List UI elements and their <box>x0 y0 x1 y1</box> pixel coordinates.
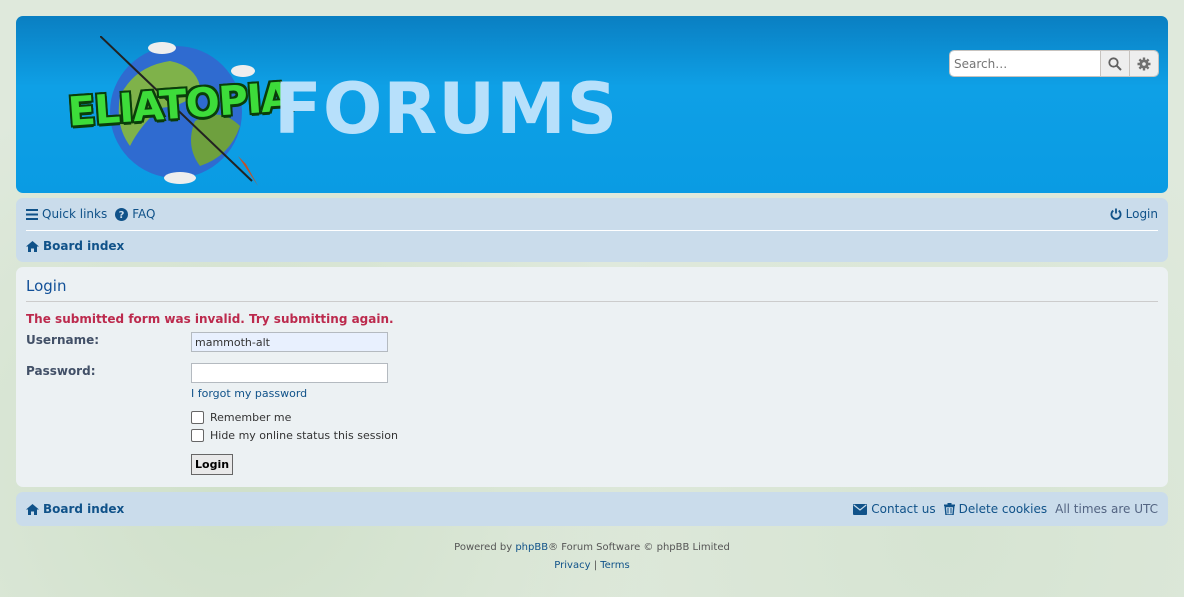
footer-board-index-link[interactable]: Board index <box>26 502 124 516</box>
forgot-password-link[interactable]: I forgot my password <box>191 387 307 400</box>
delete-cookies-label: Delete cookies <box>958 502 1048 516</box>
password-field[interactable] <box>191 363 388 383</box>
envelope-icon <box>853 503 868 515</box>
gear-icon <box>1137 57 1151 70</box>
delete-cookies-link[interactable]: Delete cookies <box>943 502 1048 516</box>
copyright-suffix: ® Forum Software © phpBB Limited <box>548 542 730 553</box>
advanced-search-button[interactable] <box>1129 51 1158 76</box>
legal-separator: | <box>593 560 598 571</box>
terms-link[interactable]: Terms <box>600 560 629 571</box>
trash-icon <box>943 503 955 515</box>
board-index-label: Board index <box>43 239 125 253</box>
login-button[interactable]: Login <box>191 454 234 475</box>
phpbb-link[interactable]: phpBB <box>515 542 548 553</box>
contact-us-link[interactable]: Contact us <box>853 502 936 516</box>
quick-links-label: Quick links <box>42 207 108 221</box>
page-title: Login <box>26 277 1158 302</box>
contact-us-label: Contact us <box>871 502 936 516</box>
password-label: Password: <box>26 364 96 378</box>
navbar: Quick links ? FAQ Login Board index <box>16 198 1168 262</box>
faq-link[interactable]: ? FAQ <box>115 207 155 221</box>
remember-me-checkbox[interactable] <box>191 411 204 424</box>
faq-label: FAQ <box>132 207 156 221</box>
search-icon <box>1108 56 1122 71</box>
footer-board-index-label: Board index <box>43 502 125 516</box>
timezone-text: All times are UTC <box>1055 502 1158 516</box>
svg-text:?: ? <box>119 210 125 221</box>
hide-status-checkbox[interactable] <box>191 429 204 442</box>
error-message: The submitted form was invalid. Try subm… <box>26 312 394 326</box>
footer-nav-right: Contact us Delete cookies All times are … <box>853 502 1158 516</box>
page-wrap: ELIATOPIA FORUMS Search… Quick links ? F… <box>16 16 1168 575</box>
remember-me-label: Remember me <box>210 411 292 424</box>
footer-nav: Board index Contact us Delete cookies Al… <box>16 492 1168 526</box>
menu-icon <box>26 208 38 220</box>
board-index-link[interactable]: Board index <box>26 239 124 253</box>
home-icon <box>26 503 39 515</box>
legal-links: Privacy | Terms <box>16 557 1168 575</box>
copyright-line: Powered by phpBB® Forum Software © phpBB… <box>16 539 1168 557</box>
search-box <box>950 51 1158 76</box>
username-label: Username: <box>26 333 100 347</box>
breadcrumb: Board index <box>26 231 1158 261</box>
login-label: Login <box>1125 207 1158 221</box>
search-button[interactable] <box>1100 51 1129 76</box>
question-icon: ? <box>115 207 129 221</box>
search-input[interactable] <box>950 51 1100 76</box>
home-icon <box>26 240 39 252</box>
username-field[interactable] <box>191 332 388 352</box>
navbar-top-row: Quick links ? FAQ Login <box>26 198 1158 231</box>
copyright: Powered by phpBB® Forum Software © phpBB… <box>16 539 1168 575</box>
hide-status-label: Hide my online status this session <box>210 429 398 442</box>
powered-by-text: Powered by <box>454 542 513 553</box>
privacy-link[interactable]: Privacy <box>554 560 590 571</box>
site-title: FORUMS <box>274 68 619 150</box>
login-link[interactable]: Login <box>1110 207 1158 221</box>
hide-status-row: Hide my online status this session <box>191 429 398 442</box>
site-header: ELIATOPIA FORUMS <box>16 16 1168 193</box>
login-panel: Login The submitted form was invalid. Tr… <box>16 267 1168 487</box>
quick-links-menu[interactable]: Quick links <box>26 207 107 221</box>
power-icon <box>1110 208 1122 220</box>
remember-me-row: Remember me <box>191 411 291 424</box>
